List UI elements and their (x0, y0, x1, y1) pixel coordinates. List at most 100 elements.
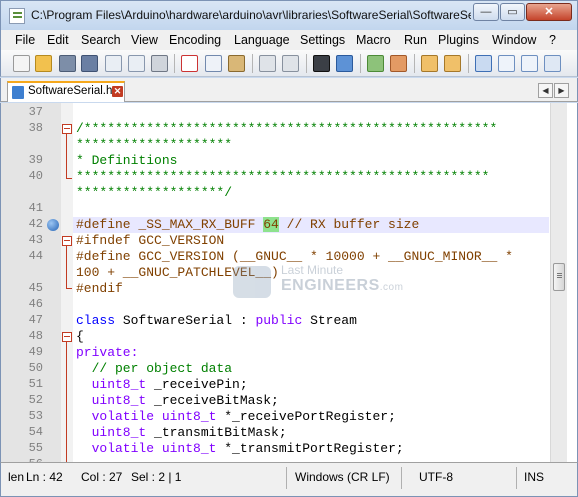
code-line[interactable]: volatile uint8_t *_transmitPortRegister; (76, 441, 556, 457)
code-token: SoftwareSerial : (115, 313, 256, 328)
notepad-app-icon (9, 8, 25, 24)
zoom-out-icon[interactable] (390, 55, 407, 72)
maximize-button[interactable]: ▭ (500, 3, 525, 21)
fold-end-mark (66, 288, 72, 289)
undo-icon[interactable] (259, 55, 276, 72)
code-token: #endif (76, 281, 123, 296)
code-line[interactable]: ******************** (76, 137, 556, 153)
cut-icon[interactable] (181, 55, 198, 72)
code-line[interactable]: uint8_t _receivePin; (76, 377, 556, 393)
tab-close-button[interactable]: ✕ (112, 86, 123, 97)
menu-file[interactable]: File (15, 33, 35, 47)
find-icon[interactable] (313, 55, 330, 72)
code-token: *_receivePortRegister; (216, 409, 396, 424)
menu-window[interactable]: Window (492, 33, 536, 47)
indent-guide-icon[interactable] (521, 55, 538, 72)
close-icon[interactable] (105, 55, 122, 72)
tab-softwareserial[interactable]: SoftwareSerial.h ✕ (7, 81, 125, 102)
code-token: class (76, 313, 116, 328)
doc-map-icon[interactable] (544, 55, 561, 72)
code-line[interactable]: uint8_t _transmitBitMask; (76, 425, 556, 441)
replace-icon[interactable] (336, 55, 353, 72)
code-token: volatile uint8_t (76, 409, 217, 424)
code-line[interactable]: * Definitions (76, 153, 556, 169)
status-encoding: UTF-8 (419, 470, 453, 484)
line-number: 49 (28, 345, 43, 359)
code-token: uint8_t (76, 425, 147, 440)
minimize-button[interactable]: — (473, 3, 499, 21)
watermark-line2: ENGINEERS.com (281, 277, 403, 295)
toolbar-separator (414, 54, 415, 73)
menu-help[interactable]: ? (549, 33, 556, 47)
sync-vertical-icon[interactable] (421, 55, 438, 72)
menu-plugins[interactable]: Plugins (438, 33, 479, 47)
menu-view[interactable]: View (131, 33, 158, 47)
zoom-in-icon[interactable] (367, 55, 384, 72)
fold-toggle-icon[interactable] (62, 236, 72, 246)
fold-toggle-icon[interactable] (62, 332, 72, 342)
code-editor[interactable]: 37 38 /***********************************… (0, 103, 578, 462)
status-column: Col : 27 (81, 470, 123, 484)
toolbar-separator (306, 54, 307, 73)
status-separator (286, 467, 287, 489)
fold-toggle-icon[interactable] (62, 124, 72, 134)
line-number: 41 (28, 201, 43, 215)
word-wrap-icon[interactable] (475, 55, 492, 72)
menu-encoding[interactable]: Encoding (169, 33, 221, 47)
save-all-icon[interactable] (81, 55, 98, 72)
fold-line (66, 134, 67, 178)
show-all-chars-icon[interactable] (498, 55, 515, 72)
code-token: *******************/ (76, 185, 233, 200)
menu-run[interactable]: Run (404, 33, 427, 47)
sync-horizontal-icon[interactable] (444, 55, 461, 72)
code-line[interactable]: // per object data (76, 361, 556, 377)
menu-search[interactable]: Search (81, 33, 121, 47)
print-icon[interactable] (151, 55, 168, 72)
bookmark-icon[interactable] (47, 219, 59, 231)
menu-bar: File Edit Search View Encoding Language … (0, 30, 578, 50)
code-token: ****************************************… (76, 169, 490, 184)
menu-language[interactable]: Language (234, 33, 290, 47)
code-line[interactable]: ****************************************… (76, 169, 556, 185)
code-token: *_transmitPortRegister; (216, 441, 404, 456)
code-line[interactable] (76, 105, 556, 121)
redo-icon[interactable] (282, 55, 299, 72)
code-line[interactable]: volatile uint8_t *_receivePortRegister; (76, 409, 556, 425)
new-file-icon[interactable] (13, 55, 30, 72)
fold-margin (61, 103, 73, 462)
tab-scroll-left-button[interactable]: ◀ (538, 83, 553, 98)
watermark: Last Minute ENGINEERS.com (233, 262, 403, 302)
menu-macro[interactable]: Macro (356, 33, 391, 47)
scrollbar-thumb[interactable] (553, 263, 565, 291)
menu-settings[interactable]: Settings (300, 33, 345, 47)
code-token: uint8_t (76, 377, 147, 392)
line-number: 52 (28, 393, 43, 407)
vertical-scrollbar[interactable] (550, 103, 567, 462)
code-line[interactable] (76, 201, 556, 217)
code-line[interactable]: /***************************************… (76, 121, 556, 137)
close-all-icon[interactable] (128, 55, 145, 72)
line-number: 50 (28, 361, 43, 375)
save-icon[interactable] (59, 55, 76, 72)
line-number: 51 (28, 377, 43, 391)
watermark-brand: ENGINEERS (281, 277, 380, 294)
code-line[interactable]: #define _SS_MAX_RX_BUFF 64 // RX buffer … (76, 217, 556, 233)
status-insert-mode: INS (524, 470, 545, 484)
line-number: 53 (28, 409, 43, 423)
copy-icon[interactable] (205, 55, 222, 72)
line-number: 54 (28, 425, 43, 439)
code-line[interactable]: { (76, 329, 556, 345)
file-icon (12, 86, 24, 99)
close-window-button[interactable]: ✕ (526, 3, 572, 21)
code-line[interactable]: private: (76, 345, 556, 361)
code-line[interactable]: uint8_t _receiveBitMask; (76, 393, 556, 409)
tab-scroll-right-button[interactable]: ▶ (554, 83, 569, 98)
code-line[interactable]: class SoftwareSerial : public Stream (76, 313, 556, 329)
menu-edit[interactable]: Edit (47, 33, 69, 47)
open-file-icon[interactable] (35, 55, 52, 72)
code-line[interactable]: #ifndef GCC_VERSION (76, 233, 556, 249)
code-line[interactable]: *******************/ (76, 185, 556, 201)
code-token: Stream (302, 313, 357, 328)
toolbar (0, 50, 578, 77)
paste-icon[interactable] (228, 55, 245, 72)
